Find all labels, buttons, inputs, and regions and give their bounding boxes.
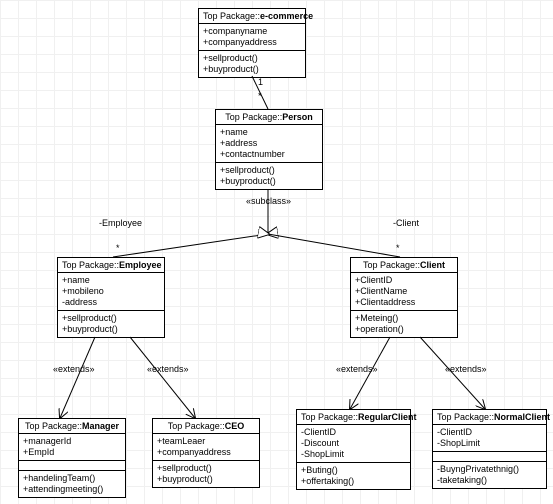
attributes-section: +companyname +companyaddress: [199, 24, 305, 51]
extends-label: «extends»: [147, 364, 189, 374]
attr: +name: [62, 275, 160, 286]
operations-section: +sellproduct() +buyproduct(): [58, 311, 164, 337]
attributes-section: +ClientID +ClientName +Clientaddress: [351, 273, 457, 311]
op: +handelingTeam(): [23, 473, 121, 484]
attr: -address: [62, 297, 160, 308]
op: -taketaking(): [437, 475, 542, 486]
class-name: Manager: [82, 421, 119, 431]
class-name: Employee: [119, 260, 162, 270]
role-employee: -Employee: [99, 218, 142, 228]
class-manager[interactable]: Top Package::Manager +managerId +EmpId +…: [18, 418, 126, 498]
class-title: Top Package::Manager: [19, 419, 125, 434]
attr: +teamLeaer: [157, 436, 255, 447]
class-person[interactable]: Top Package::Person +name +address +cont…: [215, 109, 323, 190]
attr: -ShopLimit: [437, 438, 542, 449]
op: +attendingmeeting(): [23, 484, 121, 495]
package-prefix: Top Package::: [25, 421, 82, 431]
operations-section: +sellproduct() +buyproduct(): [216, 163, 322, 189]
operations-section: +sellproduct() +buyproduct(): [199, 51, 305, 77]
class-title: Top Package::RegularClient: [297, 410, 410, 425]
package-prefix: Top Package::: [62, 260, 119, 270]
attr: -ClientID: [437, 427, 542, 438]
attr: +mobileno: [62, 286, 160, 297]
attributes-section: +name +address +contactnumber: [216, 125, 322, 163]
class-client[interactable]: Top Package::Client +ClientID +ClientNam…: [350, 257, 458, 338]
empty-section: [433, 452, 546, 462]
multiplicity-one: 1: [258, 77, 263, 87]
class-title: Top Package::Employee: [58, 258, 164, 273]
op: +sellproduct(): [220, 165, 318, 176]
attributes-section: +managerId +EmpId: [19, 434, 125, 461]
empty-section: [19, 461, 125, 471]
attr: -Discount: [301, 438, 406, 449]
extends-label: «extends»: [445, 364, 487, 374]
attributes-section: -ClientID -Discount -ShopLimit: [297, 425, 410, 463]
attr: +companyaddress: [157, 447, 255, 458]
op: -BuyngPrivatethnig(): [437, 464, 542, 475]
attr: +ClientID: [355, 275, 453, 286]
multiplicity-star: *: [116, 243, 120, 253]
op: +buyproduct(): [203, 64, 301, 75]
package-prefix: Top Package::: [203, 11, 260, 21]
attributes-section: +name +mobileno -address: [58, 273, 164, 311]
op: +buyproduct(): [220, 176, 318, 187]
attr: -ShopLimit: [301, 449, 406, 460]
class-name: NormalClient: [494, 412, 550, 422]
attr: +companyaddress: [203, 37, 301, 48]
class-title: Top Package::CEO: [153, 419, 259, 434]
extends-label: «extends»: [336, 364, 378, 374]
multiplicity-star: *: [396, 243, 400, 253]
class-name: RegularClient: [358, 412, 417, 422]
op: +sellproduct(): [62, 313, 160, 324]
package-prefix: Top Package::: [225, 112, 282, 122]
multiplicity-star: *: [258, 91, 262, 101]
operations-section: +Buting() +offertaking(): [297, 463, 410, 489]
extends-label: «extends»: [53, 364, 95, 374]
class-title: Top Package::e-commerce: [199, 9, 305, 24]
class-ceo[interactable]: Top Package::CEO +teamLeaer +companyaddr…: [152, 418, 260, 488]
operations-section: -BuyngPrivatethnig() -taketaking(): [433, 462, 546, 488]
op: +buyproduct(): [157, 474, 255, 485]
attr: +contactnumber: [220, 149, 318, 160]
op: +Meteing(): [355, 313, 453, 324]
attr: +address: [220, 138, 318, 149]
op: +offertaking(): [301, 476, 406, 487]
class-ecommerce[interactable]: Top Package::e-commerce +companyname +co…: [198, 8, 306, 78]
op: +buyproduct(): [62, 324, 160, 335]
attributes-section: -ClientID -ShopLimit: [433, 425, 546, 452]
class-name: Client: [420, 260, 445, 270]
attr: -ClientID: [301, 427, 406, 438]
class-normalclient[interactable]: Top Package::NormalClient -ClientID -Sho…: [432, 409, 547, 489]
package-prefix: Top Package::: [363, 260, 420, 270]
class-title: Top Package::NormalClient: [433, 410, 546, 425]
class-employee[interactable]: Top Package::Employee +name +mobileno -a…: [57, 257, 165, 338]
attr: +managerId: [23, 436, 121, 447]
attr: +ClientName: [355, 286, 453, 297]
class-name: Person: [282, 112, 313, 122]
class-title: Top Package::Person: [216, 110, 322, 125]
package-prefix: Top Package::: [168, 421, 225, 431]
class-name: e-commerce: [260, 11, 313, 21]
attr: +companyname: [203, 26, 301, 37]
class-regularclient[interactable]: Top Package::RegularClient -ClientID -Di…: [296, 409, 411, 490]
attr: +Clientaddress: [355, 297, 453, 308]
package-prefix: Top Package::: [301, 412, 358, 422]
package-prefix: Top Package::: [437, 412, 494, 422]
attr: +name: [220, 127, 318, 138]
op: +sellproduct(): [203, 53, 301, 64]
operations-section: +sellproduct() +buyproduct(): [153, 461, 259, 487]
operations-section: +handelingTeam() +attendingmeeting(): [19, 471, 125, 497]
attributes-section: +teamLeaer +companyaddress: [153, 434, 259, 461]
op: +sellproduct(): [157, 463, 255, 474]
role-client: -Client: [393, 218, 419, 228]
class-title: Top Package::Client: [351, 258, 457, 273]
operations-section: +Meteing() +operation(): [351, 311, 457, 337]
attr: +EmpId: [23, 447, 121, 458]
op: +operation(): [355, 324, 453, 335]
op: +Buting(): [301, 465, 406, 476]
subclass-label: «subclass»: [246, 196, 291, 206]
class-name: CEO: [225, 421, 245, 431]
